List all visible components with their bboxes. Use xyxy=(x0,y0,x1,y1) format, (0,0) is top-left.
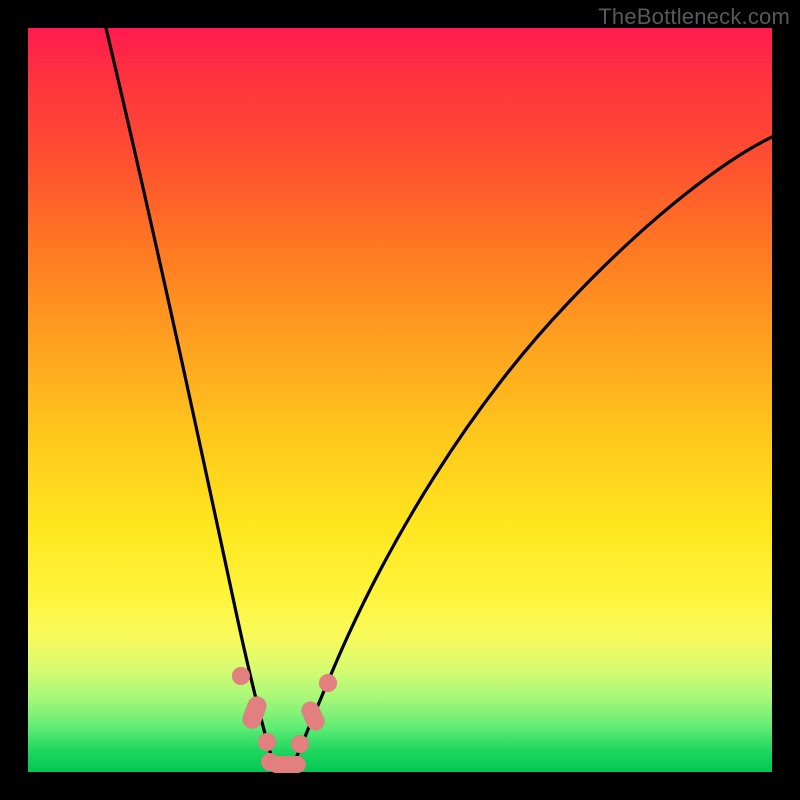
left-lower-dot xyxy=(258,733,276,751)
bottom-bar xyxy=(268,756,306,773)
right-lower-dot xyxy=(291,735,309,753)
left-upper-dot xyxy=(232,667,250,685)
right-upper-dot xyxy=(319,674,337,692)
right-curve xyxy=(290,137,772,772)
watermark-text: TheBottleneck.com xyxy=(598,4,790,30)
plot-area xyxy=(28,28,772,772)
left-curve xyxy=(106,28,276,772)
curve-layer xyxy=(28,28,772,772)
